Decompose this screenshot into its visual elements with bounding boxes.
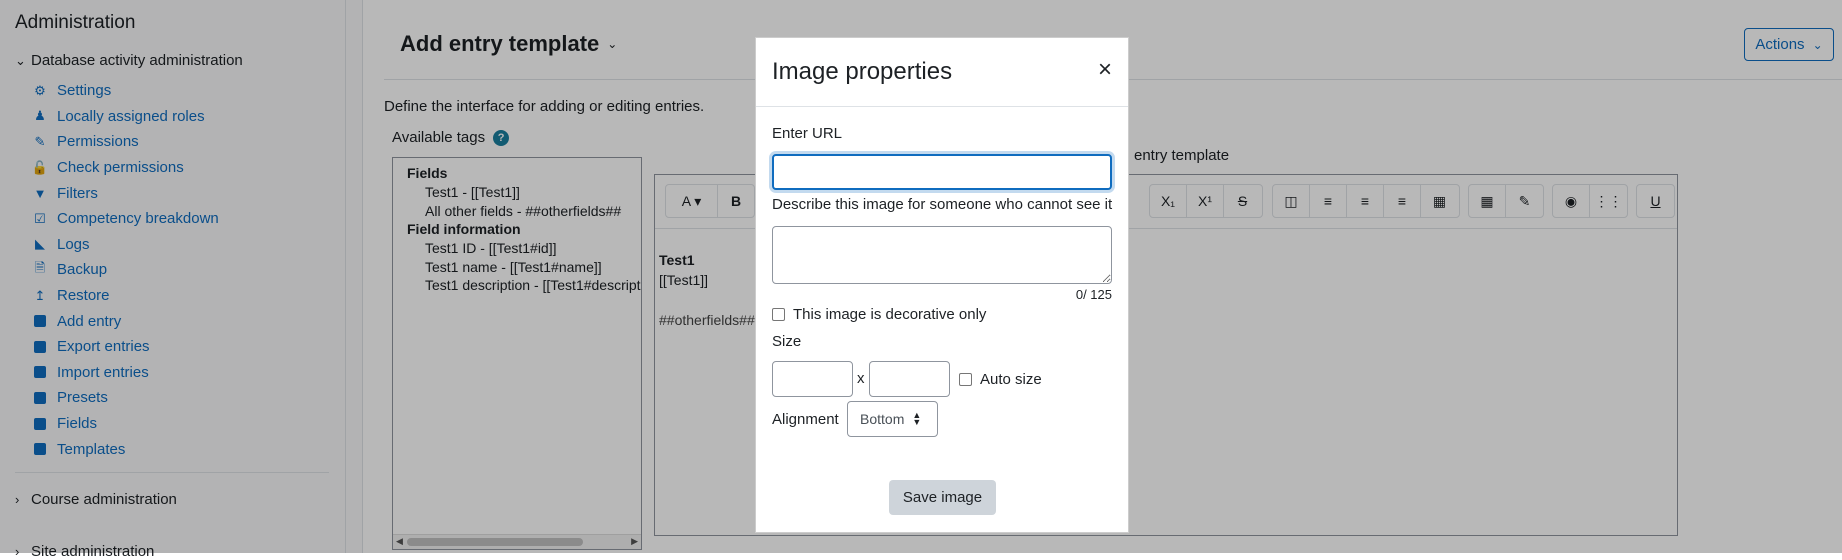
size-separator: x bbox=[857, 370, 865, 387]
image-properties-dialog: Image properties × Enter URL Describe th… bbox=[755, 37, 1129, 533]
close-icon[interactable]: × bbox=[1098, 58, 1112, 82]
height-input[interactable] bbox=[869, 361, 950, 397]
url-label: Enter URL bbox=[772, 125, 843, 142]
alt-text-label: Describe this image for someone who cann… bbox=[772, 196, 1113, 213]
width-input[interactable] bbox=[772, 361, 853, 397]
alignment-value: Bottom bbox=[860, 411, 905, 427]
modal-title: Image properties bbox=[772, 58, 953, 85]
alignment-select[interactable]: Bottom ▲ ▼ bbox=[847, 401, 938, 437]
url-input[interactable] bbox=[772, 154, 1112, 190]
auto-size-label[interactable]: Auto size bbox=[980, 371, 1042, 388]
auto-size-checkbox[interactable] bbox=[959, 373, 972, 386]
save-image-button[interactable]: Save image bbox=[889, 480, 996, 515]
decorative-row: This image is decorative only bbox=[772, 306, 986, 323]
auto-size-row: Auto size bbox=[959, 371, 1042, 388]
modal-header: Image properties × bbox=[756, 38, 1128, 107]
select-arrows-icon: ▲ ▼ bbox=[912, 410, 922, 427]
alt-text-counter: 0/ 125 bbox=[1075, 287, 1112, 302]
size-label: Size bbox=[772, 333, 802, 350]
decorative-label[interactable]: This image is decorative only bbox=[793, 306, 986, 323]
alignment-label: Alignment bbox=[772, 411, 839, 428]
decorative-checkbox[interactable] bbox=[772, 308, 785, 321]
alt-text-input[interactable] bbox=[772, 226, 1112, 284]
